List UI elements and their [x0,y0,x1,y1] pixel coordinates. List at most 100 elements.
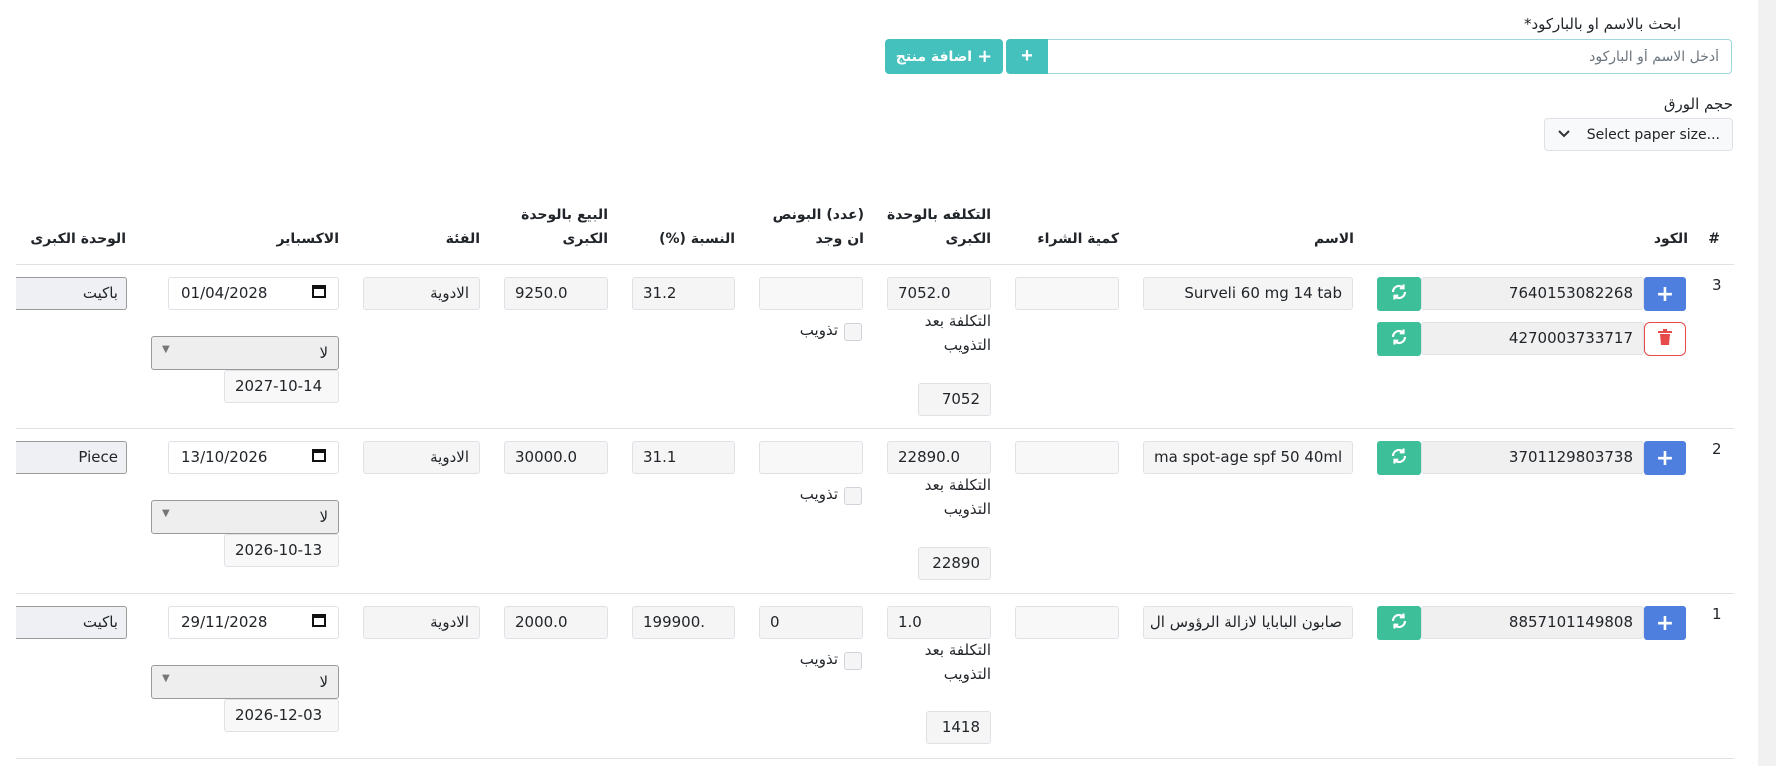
sale-price-field[interactable]: 2000.0 [504,606,608,639]
paper-size-value: Select paper size... [1586,126,1720,143]
category-field[interactable]: الادوية [363,277,480,310]
caret-down-icon: ▼ [162,343,170,355]
product-name-field[interactable]: صابون البابايا لازالة الرؤوس ال [1143,606,1353,639]
paper-size-label: حجم الورق [1663,95,1733,113]
chevron-down-icon [1557,127,1571,143]
cost-after-bonus-label: التكلفة بعد [924,641,991,659]
purchase-qty-field[interactable] [1015,441,1119,474]
refresh-barcode-button[interactable] [1377,322,1421,356]
header-bonus-line1: (عدد) البونص [772,207,864,223]
cost-field[interactable]: 22890.0 [887,441,991,474]
header-name: الاسم [1314,231,1354,247]
expiry-select-value: لا [319,673,328,691]
paper-size-select[interactable]: Select paper size... [1544,118,1733,151]
ratio-field[interactable]: 31.1 [632,441,735,474]
header-expiry: الاكسباير [276,231,339,247]
add-barcode-button[interactable]: + [1644,606,1686,640]
barcode-field[interactable]: 8857101149808 [1421,606,1644,639]
barcode-field[interactable]: 4270003733717 [1421,322,1644,355]
cost-field[interactable]: 1.0 [887,606,991,639]
big-unit-field[interactable]: باكيت [16,606,127,639]
refresh-barcode-button[interactable] [1377,606,1421,640]
product-name-field[interactable]: Surveli 60 mg 14 tab [1143,277,1353,310]
ratio-field[interactable]: 31.2 [632,277,735,310]
add-barcode-button[interactable]: + [1644,277,1686,311]
expiry-select[interactable]: لا ▼ [151,665,339,699]
cost-after-bonus-field[interactable]: 7052 [918,383,991,416]
header-code: الكود [1653,231,1688,247]
barcode-field[interactable]: 7640153082268 [1421,277,1644,310]
row-number: 3 [1712,276,1722,294]
refresh-barcode-button[interactable] [1377,441,1421,475]
calendar-icon [312,278,326,309]
cost-after-bonus-label: التذويب [943,336,991,354]
expiry-select[interactable]: لا ▼ [151,500,339,534]
header-ratio: النسبة (%) [659,231,735,247]
barcode-field[interactable]: 3701129803738 [1421,441,1644,474]
header-cost-line1: التكلفه بالوحدة [886,207,991,223]
cost-after-bonus-label: التذويب [943,665,991,683]
secondary-date-field[interactable]: 2027-10-14 [224,370,339,403]
row-divider [16,758,1734,759]
expiry-date-value: 29/11/2028 [181,613,268,631]
header-bonus-line2: ان وجد [815,231,864,247]
row-number: 2 [1712,440,1722,458]
sale-price-field[interactable]: 30000.0 [504,441,608,474]
row-divider [16,428,1734,429]
secondary-date-field[interactable]: 2026-12-03 [224,699,339,732]
bonus-field[interactable] [759,277,863,310]
cost-field[interactable]: 7052.0 [887,277,991,310]
refresh-barcode-button[interactable] [1377,277,1421,311]
cost-after-bonus-label: التكلفة بعد [924,312,991,330]
bonus-checkbox-label: تذويب [799,650,838,668]
caret-down-icon: ▼ [162,507,170,519]
calendar-icon [312,442,326,473]
caret-down-icon: ▼ [162,672,170,684]
header-category: الفئة [445,231,480,247]
search-input[interactable] [1048,39,1732,74]
header-sale-line1: البيع بالوحدة [521,207,608,223]
bonus-checkbox[interactable] [844,652,862,670]
expiry-date-value: 13/10/2026 [181,448,268,466]
purchase-qty-field[interactable] [1015,606,1119,639]
header-purchase-qty: كمية الشراء [1037,231,1119,247]
category-field[interactable]: الادوية [363,606,480,639]
plus-icon: + [977,46,993,67]
sale-price-field[interactable]: 9250.0 [504,277,608,310]
big-unit-field[interactable]: باكيت [16,277,127,310]
category-field[interactable]: الادوية [363,441,480,474]
expiry-select-value: لا [319,344,328,362]
cost-after-bonus-field[interactable]: 22890 [918,547,991,580]
refresh-icon [1390,283,1408,305]
expiry-date-input[interactable]: 13/10/2026 [168,441,339,474]
delete-barcode-button[interactable] [1644,322,1686,356]
header-cost-line2: الكبرى [945,231,991,247]
bonus-field[interactable] [759,441,863,474]
search-label: ابحث بالاسم او بالباركود* [1523,15,1681,33]
expiry-date-input[interactable]: 01/04/2028 [168,277,339,310]
purchase-qty-field[interactable] [1015,277,1119,310]
plus-icon: + [1655,610,1675,636]
bonus-checkbox[interactable] [844,487,862,505]
refresh-icon [1390,328,1408,350]
bonus-field[interactable]: 0 [759,606,863,639]
expiry-date-value: 01/04/2028 [181,284,268,302]
expiry-date-input[interactable]: 29/11/2028 [168,606,339,639]
header-sale-line2: الكبرى [562,231,608,247]
expiry-select[interactable]: لا ▼ [151,336,339,370]
cost-after-bonus-field[interactable]: 1418 [926,711,991,744]
secondary-date-field[interactable]: 2026-10-13 [224,534,339,567]
page-scrollbar[interactable] [1758,0,1776,766]
bonus-checkbox[interactable] [844,323,862,341]
add-product-button[interactable]: + اضافة منتج [885,39,1003,74]
quick-add-button[interactable]: + [1006,39,1048,74]
trash-icon [1658,329,1672,349]
product-name-field[interactable]: ma spot-age spf 50 40ml [1143,441,1353,474]
big-unit-field[interactable]: Piece [16,441,127,474]
add-barcode-button[interactable]: + [1644,441,1686,475]
plus-icon: + [1021,45,1033,67]
ratio-field[interactable]: 199900. [632,606,735,639]
plus-icon: + [1655,281,1675,307]
plus-icon: + [1655,445,1675,471]
row-divider [16,593,1734,594]
